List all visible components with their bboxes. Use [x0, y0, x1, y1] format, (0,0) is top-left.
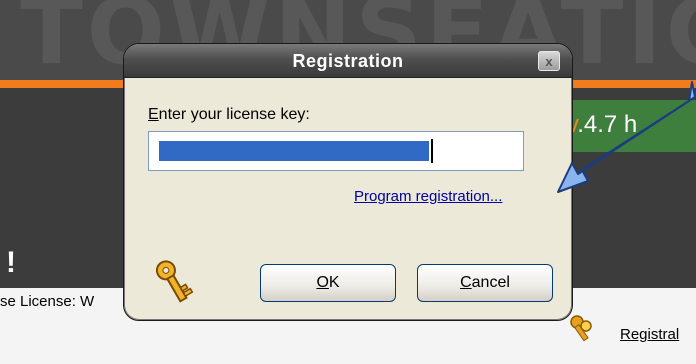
selected-text-highlight	[159, 141, 429, 161]
dialog-titlebar[interactable]: Registration x	[124, 44, 572, 78]
registration-keys-icon	[570, 315, 592, 342]
background-logo-mark: !	[6, 246, 16, 279]
dialog-title: Registration	[292, 51, 404, 71]
registration-dialog: Registration x Enter your license key: P…	[123, 43, 573, 321]
text-caret	[431, 139, 433, 163]
program-registration-link[interactable]: Program registration...	[354, 188, 502, 205]
cancel-button[interactable]: Cancel	[417, 264, 553, 302]
background-registration-link[interactable]: Registral	[620, 326, 679, 343]
close-button[interactable]: x	[538, 51, 560, 71]
arrow-pointer-icon	[557, 81, 696, 193]
license-key-input[interactable]	[148, 131, 524, 171]
ok-button[interactable]: OK	[260, 264, 396, 302]
close-icon: x	[545, 53, 553, 69]
license-status-text: se License: W	[0, 293, 95, 310]
license-key-label: Enter your license key:	[148, 106, 310, 123]
keys-icon	[155, 260, 194, 303]
